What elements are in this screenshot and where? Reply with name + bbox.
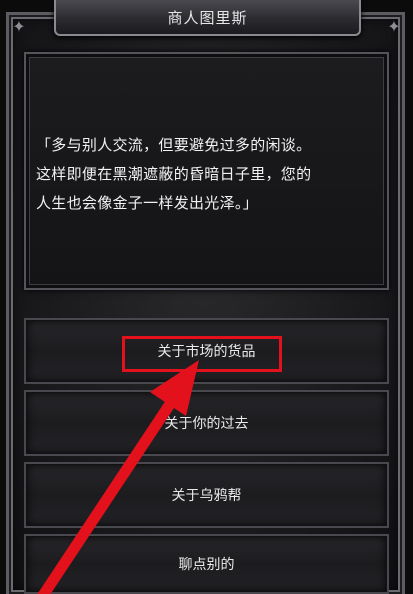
- npc-name-label: 商人图里斯: [167, 8, 248, 27]
- option-market-goods[interactable]: 关于市场的货品: [24, 318, 389, 384]
- frame-ornament-icon: ✦: [12, 17, 26, 36]
- option-label: 关于乌鸦帮: [171, 488, 242, 504]
- option-label: 关于你的过去: [164, 416, 249, 432]
- dialogue-text: 「多与别人交流，但要避免过多的闲谈。 这样即便在黑潮遮蔽的昏暗日子里，您的 人生也会…: [36, 131, 386, 218]
- option-chat-other[interactable]: 聊点别的: [24, 534, 389, 594]
- option-label: 聊点别的: [178, 557, 235, 573]
- npc-name-title: 商人图里斯: [54, 0, 361, 36]
- option-label: 关于市场的货品: [157, 344, 256, 360]
- frame-ornament-icon: ✦: [387, 17, 401, 36]
- option-crow-gang[interactable]: 关于乌鸦帮: [24, 462, 389, 528]
- option-your-past[interactable]: 关于你的过去: [24, 390, 389, 456]
- dialogue-line: 「多与别人交流，但要避免过多的闲谈。: [36, 136, 312, 154]
- dialogue-line: 人生也会像金子一样发出光泽。」: [36, 194, 259, 212]
- dialogue-line: 这样即便在黑潮遮蔽的昏暗日子里，您的: [36, 165, 312, 183]
